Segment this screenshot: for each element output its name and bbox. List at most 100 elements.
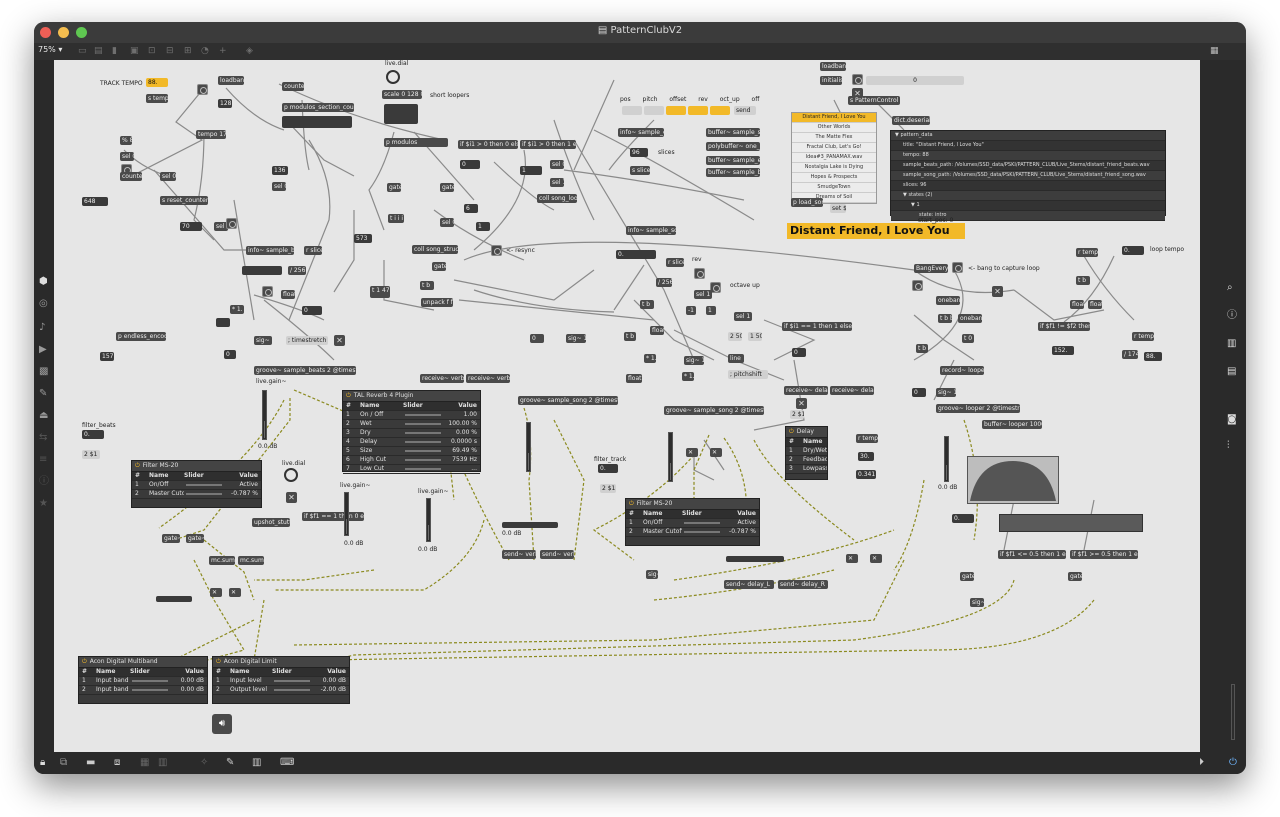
send-delay-l-object[interactable]: send~ delay_L (724, 580, 774, 589)
sel-object[interactable]: sel 1 0 (734, 312, 752, 321)
zoom-menu[interactable]: 75% ▾ (38, 45, 62, 54)
dict-deserialize-object[interactable]: dict.deserialize (892, 116, 930, 125)
umenu-item[interactable]: Nostalgia Lake is Dying (792, 163, 876, 173)
r-tempo-object[interactable]: r tempo (1132, 332, 1154, 341)
transport-play-icon[interactable]: ⏵ (1199, 757, 1204, 769)
search-icon[interactable]: ⌕ (1227, 282, 1233, 294)
mc-sum-object[interactable]: mc.sum~ (209, 556, 235, 565)
buffer-sample-extra-object[interactable]: buffer~ sample_extra (706, 156, 760, 165)
number-box[interactable]: -1 (686, 306, 696, 315)
live-gain-meter[interactable] (426, 498, 431, 542)
number-box[interactable]: 0 (912, 388, 926, 397)
s-reset-counters-object[interactable]: s reset_counters (160, 196, 208, 205)
presentation-icon[interactable]: ▭ (78, 46, 87, 56)
message-box[interactable]: 2 $1 (600, 484, 616, 493)
image-icon[interactable]: ▩ (39, 366, 48, 378)
trigger-object[interactable]: t b (916, 344, 928, 353)
groove-object[interactable]: groove~ sample_beats 2 @timestretch 1 (254, 366, 356, 375)
groove-object[interactable]: groove~ sample_song 2 @timestretch 1 (664, 406, 764, 415)
gate-object[interactable]: ✕ (846, 554, 858, 563)
sel-object[interactable]: sel 0 (120, 152, 134, 161)
number-box[interactable]: 136 (272, 166, 288, 175)
multiply-object[interactable]: * 1. (230, 305, 244, 314)
receive-verb-l-object[interactable]: receive~ verb_L (420, 374, 464, 383)
r-slices-object[interactable]: r slices (666, 258, 684, 267)
message-box[interactable]: 0 (866, 76, 964, 85)
info-sample-beats-object[interactable]: info~ sample_beats (246, 246, 294, 255)
multiply-object[interactable]: * 1. (644, 354, 656, 363)
grid-snap-icon[interactable]: ▦ (140, 757, 149, 769)
umenu-item[interactable]: Fractal Club, Let's Go! (792, 143, 876, 153)
if-object[interactable]: if $f1 != $f2 then $f1 (1038, 322, 1090, 331)
if-object[interactable]: if $i1 > 0 then 1 else 0 (520, 140, 576, 149)
camera-icon[interactable]: ◙ (1227, 414, 1237, 426)
gate-signal-object[interactable]: gate~ (162, 534, 180, 543)
package-icon[interactable]: ⬢ (39, 276, 48, 288)
bang-button[interactable] (912, 280, 923, 291)
umenu-item[interactable]: Other Worlds (792, 123, 876, 133)
number-box[interactable]: 573 (354, 234, 372, 243)
s-slices-object[interactable]: s slices (630, 166, 650, 175)
modulos-section-counter-object[interactable]: p modulos_section_counter (282, 103, 354, 112)
dict-row[interactable]: ▼ 1 (891, 201, 1165, 211)
send-verb-r-object[interactable]: send~ verb_R (540, 550, 574, 559)
dict-row[interactable]: slices: 96 (891, 181, 1165, 191)
number-box[interactable]: 152. (1052, 346, 1074, 355)
trigger-object[interactable]: t 0 (962, 334, 974, 343)
divide-object[interactable]: / 256. (288, 266, 306, 275)
pitchshift-message[interactable]: ; pitchshift (728, 370, 768, 379)
sig-object[interactable]: sig~ 1 (254, 336, 272, 345)
book-icon[interactable]: ▥ (1227, 338, 1236, 350)
info-icon[interactable]: ⓘ (39, 476, 49, 488)
live-gain-meter[interactable] (344, 492, 349, 536)
filter-ms20-plugin[interactable]: ⏻ Filter MS-20 # Name Slider Value 1 On/Off Ac… (625, 498, 760, 546)
filter-ms20-plugin[interactable]: ⏻ Filter MS-20 # Name Slider Value 1 On/Off Ac… (131, 460, 262, 508)
sel-object[interactable]: sel 1 (550, 178, 564, 187)
toggle[interactable]: ✕ (796, 398, 807, 409)
windows-icon[interactable]: ⧈ (114, 757, 120, 769)
number-box[interactable]: 0 (460, 160, 480, 169)
keyboard-icon[interactable]: ⌨ (280, 757, 294, 769)
gate-object[interactable]: gate (432, 262, 446, 271)
gate-object[interactable]: gate (440, 183, 454, 192)
gate-object[interactable]: ✕ (870, 554, 882, 563)
bang-button[interactable] (226, 218, 237, 229)
live-gain-meter[interactable] (668, 432, 673, 482)
number-box[interactable]: 0 (224, 350, 236, 359)
dict-row[interactable]: sample_song_path: /Volumes/SSD_data/PSKI… (891, 171, 1165, 181)
dict-row[interactable]: tempo: 88 (891, 151, 1165, 161)
send-message[interactable]: send (734, 106, 756, 115)
live-gain-meter[interactable] (526, 422, 531, 472)
dac-object[interactable]: ✕ (229, 588, 241, 597)
dac-object[interactable]: ✕ (210, 588, 222, 597)
message-box[interactable]: 2 50 (728, 332, 742, 341)
s-pattern-control-object[interactable]: s PatternControl (848, 96, 900, 105)
if-object[interactable]: if $f1 == 1 then 0 else 1 (302, 512, 364, 521)
bang-button[interactable] (197, 84, 208, 95)
groove-object[interactable]: groove~ sample_song 2 @timestretch 1 (518, 396, 618, 405)
sig-object[interactable]: sig~ 1 (684, 356, 704, 365)
dict-view[interactable]: ▼ pattern_data title: "Distant Friend, I… (890, 130, 1166, 221)
mixer-icon[interactable]: ⫶ (1227, 440, 1230, 452)
buffer-looper-object[interactable]: buffer~ looper 100000 2 (982, 420, 1042, 429)
sel-object[interactable]: sel 0 (550, 160, 564, 169)
song-umenu[interactable]: Distant Friend, I Love You Other Worlds … (791, 112, 877, 204)
dsp-power-icon[interactable]: ⏻ (1229, 757, 1237, 769)
capture-loop-bang[interactable] (952, 262, 963, 273)
tal-reverb-plugin[interactable]: ⏻ TAL Reverb 4 Plugin # Name Slider Value 1O… (342, 390, 481, 474)
send-delay-r-object[interactable]: send~ delay_R (778, 580, 828, 589)
sel-object[interactable]: sel 0 (440, 218, 454, 227)
add-icon[interactable]: + (219, 46, 227, 56)
if-object[interactable]: if $f1 <= 0.5 then 1 else 0 (998, 550, 1066, 559)
coll-song-loop-object[interactable]: coll song_loop (537, 194, 577, 203)
target-icon[interactable]: ◎ (39, 298, 48, 310)
delay-plugin[interactable]: ⏻Delay #Name 1Dry/Wet 2Feedback 3Lowpass (785, 426, 828, 480)
gate-signal-object[interactable]: gate~ (186, 534, 204, 543)
number-box[interactable]: 648 (82, 197, 108, 206)
trigger-object[interactable]: t b (1076, 276, 1090, 285)
set-message[interactable]: set $1 (830, 204, 846, 213)
link-icon[interactable]: ⇆ (39, 432, 47, 444)
modulo-object[interactable]: % 8 (120, 136, 132, 145)
gate-object[interactable]: ✕ (686, 448, 698, 457)
multiply-object[interactable]: * 1. (682, 372, 694, 381)
